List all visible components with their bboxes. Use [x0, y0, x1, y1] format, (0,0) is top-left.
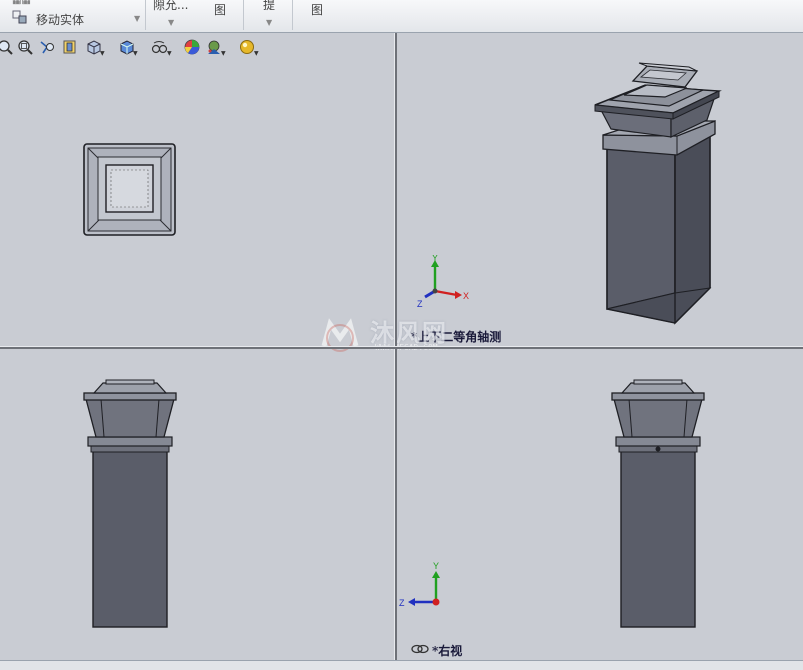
move-body-dropdown-icon[interactable]: ▼	[134, 14, 140, 23]
command-ribbon: ▦▦ 移动实体 ▼ 隙允... ▼ 图 提 ▼ 图	[0, 0, 803, 33]
viewport-bottom-right[interactable]: Y Z *右视	[397, 349, 803, 660]
axis-label-y: Y	[432, 255, 438, 263]
viewport-top-left[interactable]	[0, 59, 394, 346]
apply-scene-icon[interactable]: ▼	[205, 36, 227, 58]
viewport-bottom-left[interactable]	[0, 349, 394, 660]
post-right-view	[611, 379, 705, 628]
coordinate-triad-right: Y Z	[399, 561, 440, 608]
svg-text:▼: ▼	[254, 50, 259, 56]
edit-appearance-icon[interactable]	[181, 36, 203, 58]
ribbon-command-a[interactable]: 隙允...	[153, 0, 188, 13]
zoom-area-icon[interactable]	[14, 36, 36, 58]
move-body-icon	[12, 10, 28, 24]
axis-label-z: Z	[417, 299, 423, 309]
ribbon-separator	[292, 0, 293, 30]
ribbon-separator	[243, 0, 244, 30]
grid-icon: ▦▦	[12, 0, 31, 6]
ribbon-command-b[interactable]: 图	[214, 1, 226, 18]
viewport-top-right[interactable]: Y X Z *上下二等角轴测	[397, 33, 803, 346]
previous-view-icon[interactable]	[36, 36, 58, 58]
ribbon-command-a-dropdown-icon[interactable]: ▼	[168, 18, 174, 27]
viewport-splitter-horizontal[interactable]	[0, 346, 803, 349]
hide-show-items-icon[interactable]: ▼	[150, 36, 172, 58]
ribbon-command-d[interactable]: 图	[311, 1, 323, 18]
svg-text:▼: ▼	[100, 50, 105, 56]
coordinate-triad: Y X Z	[417, 255, 469, 309]
post-front-view	[83, 379, 177, 628]
svg-text:▼: ▼	[221, 50, 226, 56]
axis-label-y-right: Y	[433, 561, 439, 571]
display-style-icon[interactable]: ▼	[117, 36, 139, 58]
view-orientation-icon[interactable]: ▼	[84, 36, 106, 58]
axis-label-z-right: Z	[399, 598, 405, 608]
move-body-button[interactable]: 移动实体	[36, 11, 84, 28]
ribbon-command-c[interactable]: 提	[263, 0, 275, 13]
svg-text:▼: ▼	[133, 50, 138, 56]
ribbon-separator	[145, 0, 146, 30]
post-cap-top-view	[83, 143, 176, 236]
section-view-icon[interactable]	[59, 36, 81, 58]
svg-text:▼: ▼	[167, 50, 172, 56]
display-settings-icon[interactable]: ▼	[238, 36, 260, 58]
ribbon-command-c-dropdown-icon[interactable]: ▼	[266, 18, 272, 27]
heads-up-view-toolbar: ▼ ▼ ▼ ▼ ▼	[0, 36, 280, 58]
link-view-icon[interactable]	[411, 643, 429, 655]
viewport-label-right: *右视	[432, 644, 463, 658]
axis-label-x: X	[463, 291, 469, 301]
